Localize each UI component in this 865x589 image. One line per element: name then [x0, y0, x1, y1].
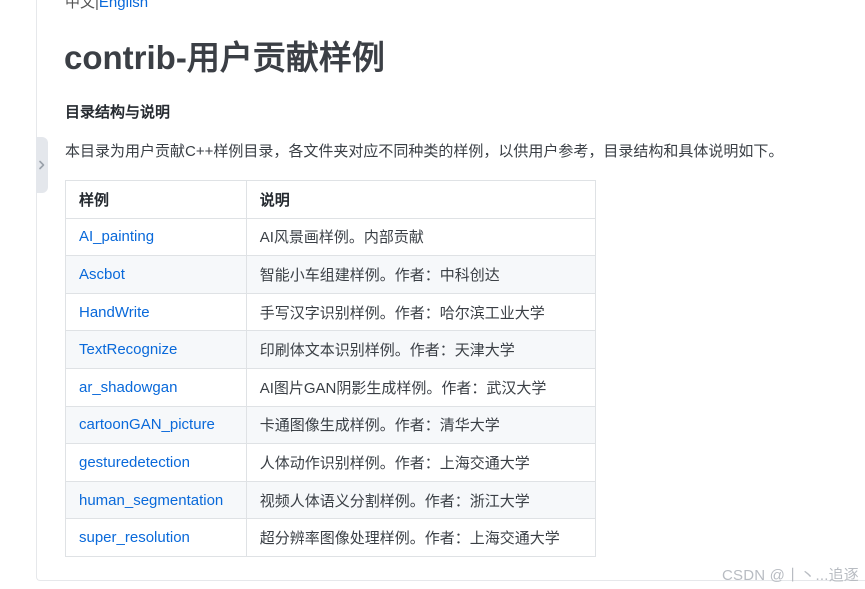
header-description: 说明: [245, 180, 597, 219]
sample-link[interactable]: Ascbot: [65, 255, 247, 294]
sample-description: 视频人体语义分割样例。作者：浙江大学: [245, 480, 597, 520]
sample-description: 人体动作识别样例。作者：上海交通大学: [245, 443, 597, 482]
readme-page: 中文|English contrib-用户贡献样例 目录结构与说明 本目录为用户…: [0, 0, 865, 589]
table-header-row: 样例 说明: [65, 180, 597, 219]
sample-link[interactable]: AI_painting: [65, 217, 247, 257]
sample-link[interactable]: ar_shadowgan: [65, 367, 247, 407]
page-title: contrib-用户贡献样例: [64, 39, 385, 76]
sample-link[interactable]: cartoonGAN_picture: [65, 405, 247, 445]
sample-description: AI图片GAN阴影生成样例。作者：武汉大学: [245, 367, 597, 407]
sample-link[interactable]: super_resolution: [65, 518, 247, 557]
sample-description: 超分辨率图像处理样例。作者：上海交通大学: [245, 518, 597, 557]
section-heading: 目录结构与说明: [65, 104, 171, 121]
sample-link[interactable]: TextRecognize: [65, 330, 247, 369]
sample-description: AI风景画样例。内部贡献: [245, 217, 597, 257]
csdn-watermark: CSDN @丨丶...追逐: [722, 567, 859, 584]
language-switcher: 中文|English: [65, 0, 148, 12]
table-row: HandWrite 手写汉字识别样例。作者：哈尔滨工业大学: [65, 292, 597, 332]
sample-link[interactable]: gesturedetection: [65, 443, 247, 482]
table-row: human_segmentation 视频人体语义分割样例。作者：浙江大学: [65, 480, 597, 520]
samples-table: 样例 说明 AI_painting AI风景画样例。内部贡献 Ascbot 智能…: [65, 180, 597, 557]
sample-description: 卡通图像生成样例。作者：清华大学: [245, 405, 597, 445]
table-row: cartoonGAN_picture 卡通图像生成样例。作者：清华大学: [65, 405, 597, 445]
header-sample: 样例: [65, 180, 247, 219]
table-row: TextRecognize 印刷体文本识别样例。作者：天津大学: [65, 330, 597, 369]
intro-paragraph: 本目录为用户贡献C++样例目录，各文件夹对应不同种类的样例，以供用户参考，目录结…: [65, 143, 784, 160]
table-row: super_resolution 超分辨率图像处理样例。作者：上海交通大学: [65, 518, 597, 557]
sidebar-toggle-button[interactable]: [36, 137, 48, 193]
sample-link[interactable]: human_segmentation: [65, 480, 247, 520]
chevron-right-icon: [39, 160, 45, 170]
sample-description: 智能小车组建样例。作者：中科创达: [245, 255, 597, 294]
table-row: Ascbot 智能小车组建样例。作者：中科创达: [65, 255, 597, 294]
table-row: gesturedetection 人体动作识别样例。作者：上海交通大学: [65, 443, 597, 482]
sample-link[interactable]: HandWrite: [65, 292, 247, 332]
sample-description: 手写汉字识别样例。作者：哈尔滨工业大学: [245, 292, 597, 332]
sample-description: 印刷体文本识别样例。作者：天津大学: [245, 330, 597, 369]
lang-english-link[interactable]: English: [99, 0, 148, 11]
lang-chinese-label: 中文: [65, 0, 96, 11]
table-row: AI_painting AI风景画样例。内部贡献: [65, 217, 597, 257]
table-row: ar_shadowgan AI图片GAN阴影生成样例。作者：武汉大学: [65, 367, 597, 407]
